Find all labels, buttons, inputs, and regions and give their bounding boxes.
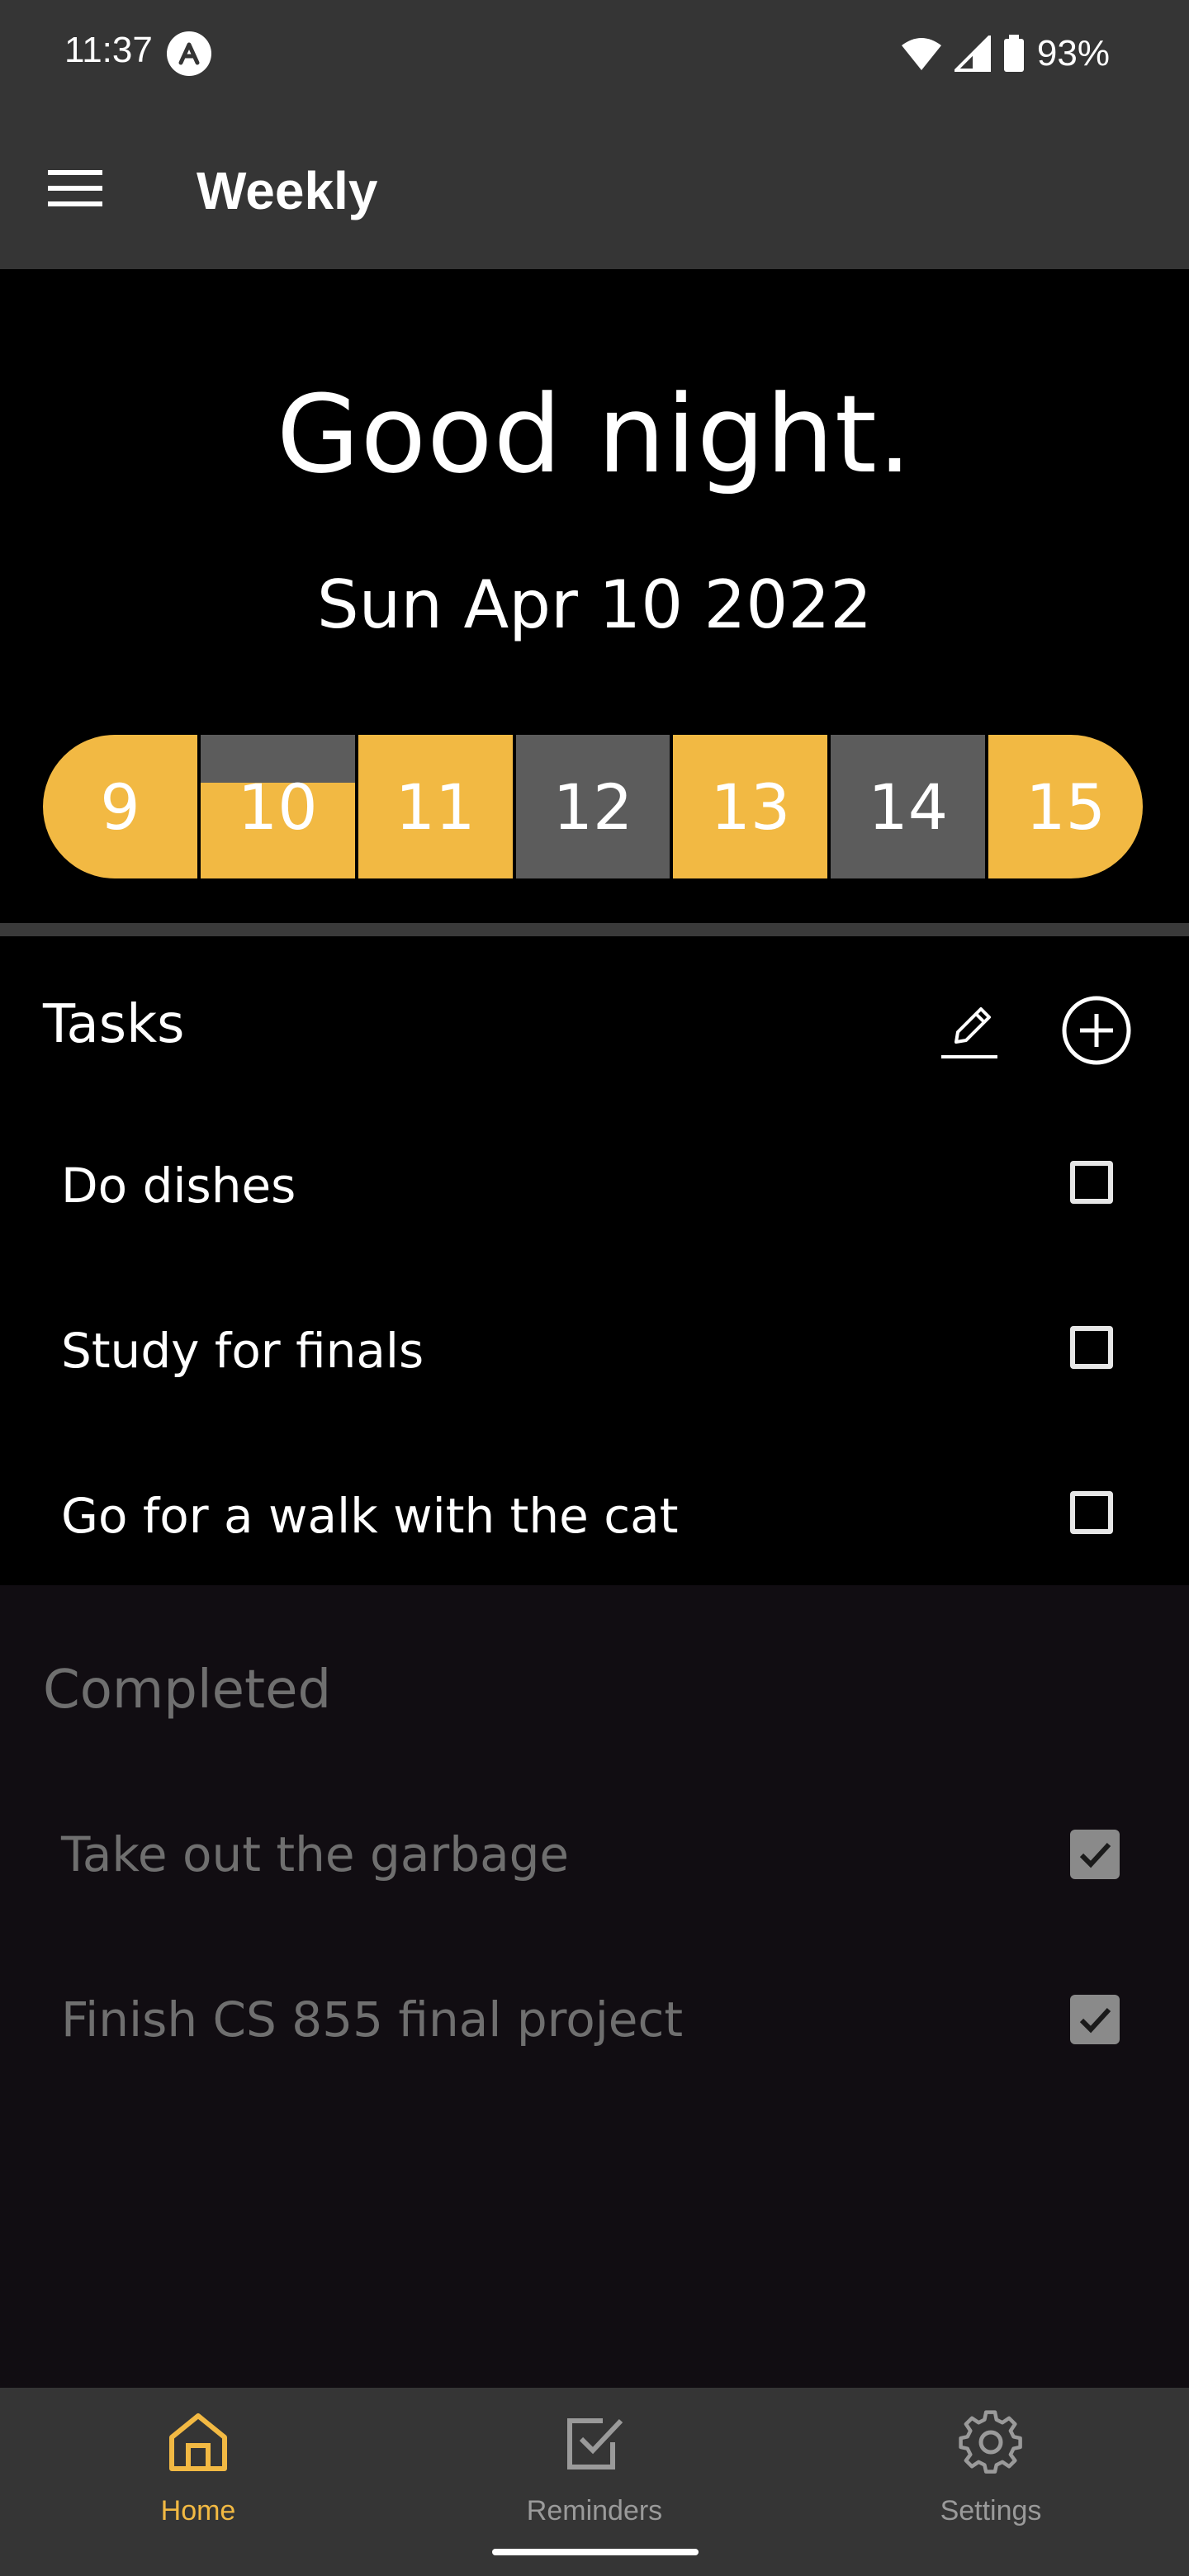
week-day-strip: 9 10 11 12 13 14 15	[43, 735, 1143, 878]
day-item[interactable]: 11	[358, 735, 516, 878]
checked-checkbox-icon[interactable]	[1070, 1995, 1120, 2044]
completed-task-label: Take out the garbage	[61, 1826, 570, 1882]
date-text: Sun Apr 10 2022	[316, 566, 873, 643]
task-item[interactable]: Study for finals	[0, 1285, 1189, 1417]
day-item[interactable]: 13	[673, 735, 831, 878]
day-item[interactable]: 12	[515, 735, 674, 878]
day-label: 15	[1026, 769, 1106, 844]
plus-circle-icon[interactable]	[1060, 994, 1133, 1067]
day-label: 12	[552, 769, 633, 844]
page-title: Weekly	[197, 161, 378, 220]
nav-settings[interactable]: Settings	[892, 2388, 1090, 2545]
completed-task-label: Finish CS 855 final project	[61, 1991, 684, 2048]
completed-section: Completed Take out the garbage Finish CS…	[0, 1585, 1189, 2388]
hamburger-menu-icon[interactable]	[48, 168, 102, 208]
status-bar: 11:37 93%	[0, 0, 1189, 109]
day-item[interactable]: 15	[988, 735, 1143, 878]
nav-reminders[interactable]: Reminders	[495, 2388, 694, 2545]
app-bar: Weekly	[0, 109, 1189, 269]
battery-percent: 93%	[1036, 33, 1110, 73]
task-checkbox[interactable]	[1070, 1326, 1113, 1369]
gear-icon	[959, 2410, 1022, 2474]
nav-label-home: Home	[160, 2495, 236, 2526]
task-label: Go for a walk with the cat	[61, 1488, 679, 1544]
day-item[interactable]: 9	[43, 735, 201, 878]
home-icon	[169, 2413, 227, 2471]
status-time: 11:37	[64, 30, 153, 70]
completed-task-item[interactable]: Finish CS 855 final project	[0, 1953, 1189, 2086]
task-checkbox[interactable]	[1070, 1491, 1113, 1534]
task-label: Study for finals	[61, 1323, 424, 1379]
day-label: 13	[710, 769, 791, 844]
bottom-navigation: Home Reminders Settings	[0, 2388, 1189, 2576]
completed-heading: Completed	[43, 1660, 332, 1721]
nav-home[interactable]: Home	[99, 2388, 297, 2545]
pencil-icon[interactable]	[938, 997, 1001, 1060]
nav-label-reminders: Reminders	[526, 2495, 663, 2526]
tasks-heading: Tasks	[43, 994, 185, 1055]
day-item[interactable]: 14	[831, 735, 989, 878]
day-label: 9	[100, 769, 140, 844]
checkbox-icon	[567, 2418, 623, 2469]
task-item[interactable]: Go for a walk with the cat	[0, 1450, 1189, 1582]
status-icons: 93%	[900, 25, 1110, 83]
nav-label-settings: Settings	[940, 2495, 1042, 2526]
gesture-home-bar[interactable]	[492, 2549, 699, 2555]
section-divider	[0, 923, 1189, 936]
day-label: 10	[237, 769, 318, 844]
task-item[interactable]: Do dishes	[0, 1120, 1189, 1252]
task-checkbox[interactable]	[1070, 1161, 1113, 1204]
battery-icon	[1003, 35, 1024, 72]
wifi-icon	[901, 38, 941, 70]
checked-checkbox-icon[interactable]	[1070, 1830, 1120, 1879]
completed-task-item[interactable]: Take out the garbage	[0, 1788, 1189, 1920]
day-label: 14	[868, 769, 949, 844]
app-a-icon	[167, 31, 211, 76]
day-item[interactable]: 10	[200, 735, 358, 878]
task-label: Do dishes	[61, 1158, 296, 1214]
signal-icon	[954, 36, 991, 72]
greeting-text: Good night.	[276, 372, 913, 497]
day-label: 11	[395, 769, 476, 844]
